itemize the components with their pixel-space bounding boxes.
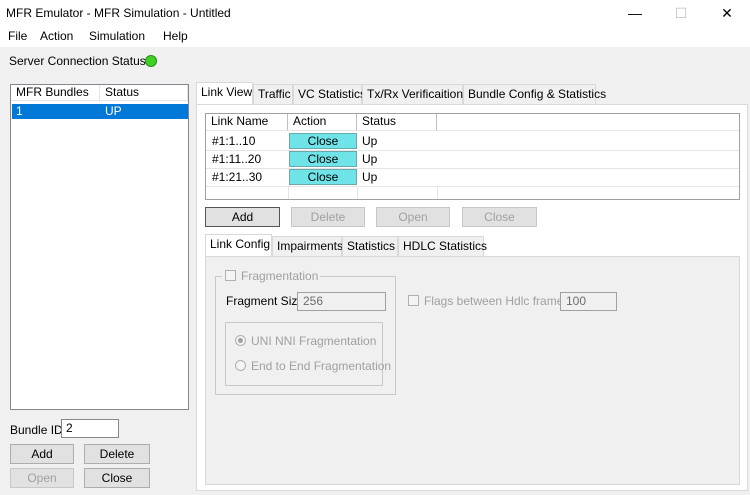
uni-nni-radio[interactable] bbox=[235, 335, 246, 346]
tab-link-view[interactable]: Link View bbox=[196, 82, 253, 105]
column-header-status[interactable]: Status bbox=[100, 85, 188, 101]
column-divider bbox=[437, 186, 438, 199]
link-status: Up bbox=[362, 170, 378, 184]
table-row[interactable]: #1:21..30 Close Up bbox=[206, 168, 739, 187]
bundle-id-input[interactable]: 2 bbox=[61, 419, 119, 438]
close-window-button[interactable]: ✕ bbox=[704, 0, 750, 27]
link-name: #1:21..30 bbox=[212, 170, 263, 184]
close-link-button[interactable]: Close bbox=[462, 207, 537, 227]
minimize-button[interactable]: — bbox=[612, 0, 658, 27]
delete-link-button[interactable]: Delete bbox=[291, 207, 365, 227]
open-link-button[interactable]: Open bbox=[376, 207, 450, 227]
link-subtabbar: Link Config Impairments Statistics HDLC … bbox=[205, 234, 745, 258]
menu-simulation[interactable]: Simulation bbox=[89, 29, 145, 43]
column-header-filler bbox=[437, 114, 739, 131]
menu-file[interactable]: File bbox=[8, 29, 27, 43]
bundle-name: 1 bbox=[16, 104, 23, 118]
tab-impairments[interactable]: Impairments bbox=[272, 236, 343, 257]
fragment-size-input[interactable]: 256 bbox=[297, 292, 386, 311]
table-row[interactable]: #1:1..10 Close Up bbox=[206, 132, 739, 151]
link-name: #1:1..10 bbox=[212, 134, 256, 148]
fragmentation-label: Fragmentation bbox=[241, 269, 319, 283]
bundle-id-label: Bundle ID bbox=[10, 423, 63, 437]
column-header-bundles[interactable]: MFR Bundles bbox=[11, 85, 100, 101]
close-icon: ✕ bbox=[721, 5, 733, 21]
link-status: Up bbox=[362, 152, 378, 166]
tab-link-config[interactable]: Link Config bbox=[205, 234, 272, 257]
end-to-end-label: End to End Fragmentation bbox=[251, 359, 392, 373]
maximize-button[interactable]: ☐ bbox=[658, 0, 704, 27]
minimize-icon: — bbox=[628, 5, 642, 21]
server-status-label: Server Connection Status bbox=[9, 54, 146, 68]
column-header-link-name[interactable]: Link Name bbox=[206, 114, 288, 131]
main-tabbar: Link View Traffic VC Statistics Tx/Rx Ve… bbox=[196, 82, 750, 106]
link-close-button[interactable]: Close bbox=[289, 133, 357, 149]
fragmentation-legend: Fragmentation bbox=[222, 268, 320, 284]
table-row[interactable]: #1:11..20 Close Up bbox=[206, 150, 739, 169]
end-to-end-radio[interactable] bbox=[235, 360, 246, 371]
add-bundle-button[interactable]: Add bbox=[10, 444, 74, 464]
flags-checkbox[interactable] bbox=[408, 295, 419, 306]
window-title: MFR Emulator - MFR Simulation - Untitled bbox=[6, 6, 231, 20]
link-close-button[interactable]: Close bbox=[289, 169, 357, 185]
menu-help[interactable]: Help bbox=[163, 29, 188, 43]
column-divider bbox=[288, 186, 289, 199]
uni-nni-label: UNI NNI Fragmentation bbox=[251, 334, 377, 348]
link-close-button[interactable]: Close bbox=[289, 151, 357, 167]
column-header-action[interactable]: Action bbox=[288, 114, 357, 131]
add-link-button[interactable]: Add bbox=[205, 207, 280, 227]
connection-status-indicator bbox=[145, 55, 157, 67]
bundle-status: UP bbox=[105, 104, 122, 118]
tab-vc-statistics[interactable]: VC Statistics bbox=[293, 84, 366, 105]
flags-label: Flags between Hdlc frames bbox=[424, 294, 570, 308]
close-bundle-button[interactable]: Close bbox=[84, 468, 150, 488]
fragmentation-checkbox[interactable] bbox=[225, 270, 236, 281]
link-table[interactable]: Link Name Action Status #1:1..10 Close U… bbox=[205, 113, 740, 200]
delete-bundle-button[interactable]: Delete bbox=[84, 444, 150, 464]
link-status: Up bbox=[362, 134, 378, 148]
fragment-size-label: Fragment Size bbox=[226, 294, 305, 308]
bundle-row[interactable]: 1 UP bbox=[12, 104, 188, 119]
column-divider bbox=[357, 186, 358, 199]
tab-bundle-config[interactable]: Bundle Config & Statistics bbox=[463, 84, 606, 105]
menu-action[interactable]: Action bbox=[40, 29, 73, 43]
tab-hdlc-statistics[interactable]: HDLC Statistics bbox=[398, 236, 487, 257]
maximize-icon: ☐ bbox=[674, 5, 688, 21]
tab-txrx-verification[interactable]: Tx/Rx Verificaition bbox=[362, 84, 463, 105]
fragmentation-mode-group bbox=[225, 322, 383, 386]
column-header-status[interactable]: Status bbox=[357, 114, 437, 131]
tab-statistics[interactable]: Statistics bbox=[342, 236, 398, 257]
tab-traffic[interactable]: Traffic bbox=[253, 84, 293, 105]
open-bundle-button[interactable]: Open bbox=[10, 468, 74, 488]
flags-input[interactable]: 100 bbox=[560, 292, 617, 311]
link-name: #1:11..20 bbox=[212, 152, 262, 166]
bundle-list[interactable]: MFR Bundles Status 1 UP bbox=[10, 84, 189, 410]
